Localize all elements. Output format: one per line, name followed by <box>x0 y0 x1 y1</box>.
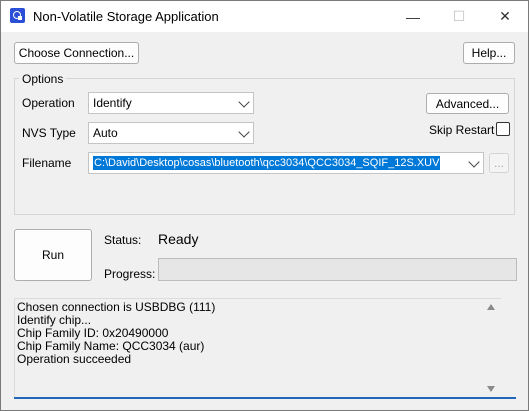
minimize-button[interactable]: — <box>390 1 436 32</box>
operation-value: Identify <box>93 96 132 110</box>
scroll-up-icon[interactable] <box>487 304 495 310</box>
app-icon <box>10 8 25 23</box>
filename-label: Filename <box>22 156 72 170</box>
status-value: Ready <box>158 231 199 247</box>
skip-restart-label: Skip Restart <box>429 123 495 137</box>
app-window: Non-Volatile Storage Application — ☐ ✕ C… <box>0 0 529 411</box>
choose-connection-button[interactable]: Choose Connection... <box>14 42 139 64</box>
chevron-down-icon <box>468 156 480 168</box>
progress-bar <box>158 258 517 281</box>
status-label: Status: <box>104 233 142 247</box>
browse-button: ... <box>489 153 509 173</box>
skip-restart-checkbox[interactable] <box>496 122 510 136</box>
operation-label: Operation <box>22 96 75 110</box>
window-title: Non-Volatile Storage Application <box>33 9 219 24</box>
chevron-down-icon <box>238 96 250 108</box>
close-icon: ✕ <box>499 8 511 24</box>
minimize-icon: — <box>406 8 420 25</box>
log-line: Operation succeeded <box>17 352 132 366</box>
maximize-button: ☐ <box>436 1 482 32</box>
operation-select[interactable]: Identify <box>88 92 254 114</box>
filename-value: C:\David\Desktop\cosas\bluetooth\qcc3034… <box>93 156 441 170</box>
log-scrollbar[interactable] <box>483 298 499 397</box>
accent-line <box>14 397 516 399</box>
nvs-type-value: Auto <box>93 126 118 140</box>
title-bar[interactable]: Non-Volatile Storage Application — ☐ ✕ <box>1 1 528 32</box>
nvs-type-label: NVS Type <box>22 126 76 140</box>
help-button[interactable]: Help... <box>463 42 515 64</box>
progress-label: Progress: <box>104 267 156 281</box>
log-output[interactable]: Chosen connection is USBDBG (111) Identi… <box>14 298 501 397</box>
advanced-button[interactable]: Advanced... <box>426 93 509 114</box>
nvs-type-select[interactable]: Auto <box>88 122 254 144</box>
chevron-down-icon <box>238 126 250 138</box>
filename-combo[interactable]: C:\David\Desktop\cosas\bluetooth\qcc3034… <box>88 152 484 174</box>
scroll-down-icon[interactable] <box>487 386 495 392</box>
close-button[interactable]: ✕ <box>482 1 528 32</box>
options-group-label: Options <box>19 72 67 86</box>
maximize-icon: ☐ <box>452 8 466 24</box>
run-button[interactable]: Run <box>14 229 92 281</box>
